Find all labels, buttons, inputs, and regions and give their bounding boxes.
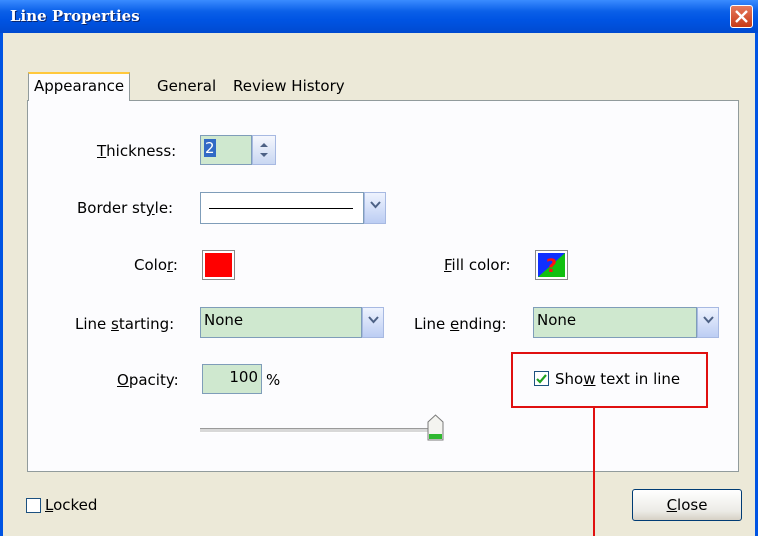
highlight-callout-box	[511, 352, 708, 408]
close-icon	[735, 10, 748, 23]
close-button[interactable]: Close	[632, 489, 742, 521]
border-style-dropdown-button[interactable]	[364, 192, 386, 224]
opacity-input[interactable]: 100	[202, 364, 262, 394]
locked-label: Locked	[45, 496, 98, 514]
tab-review-history[interactable]: Review History	[228, 74, 350, 99]
callout-pointer-line	[593, 408, 595, 536]
tab-appearance[interactable]: Appearance	[28, 72, 131, 101]
line-starting-dropdown-button[interactable]	[362, 307, 384, 338]
fill-color-label: Fill color:	[444, 256, 511, 274]
opacity-label: Opacity:	[117, 371, 179, 389]
percent-unit: %	[266, 371, 281, 389]
window-title: Line Properties	[10, 7, 140, 25]
line-ending-label: Line ending:	[414, 315, 507, 333]
thickness-stepper[interactable]	[252, 135, 276, 165]
no-fill-icon: ?	[538, 253, 565, 277]
border-style-label: Border style:	[77, 199, 174, 217]
chevron-down-icon	[368, 316, 379, 324]
close-window-button[interactable]	[730, 5, 753, 28]
line-starting-select[interactable]: None	[200, 307, 362, 338]
opacity-slider-thumb[interactable]	[427, 414, 444, 442]
line-starting-value: None	[204, 311, 244, 329]
line-ending-value: None	[537, 311, 577, 329]
fill-color-swatch-button[interactable]: ?	[535, 250, 568, 280]
chevron-down-icon	[703, 316, 714, 324]
color-swatch-button[interactable]	[202, 250, 235, 280]
thickness-value: 2	[204, 139, 216, 157]
locked-checkbox[interactable]	[26, 498, 41, 513]
line-starting-label: Line starting:	[75, 315, 175, 333]
border-style-select[interactable]	[200, 192, 364, 224]
svg-text:?: ?	[546, 255, 557, 277]
color-label: Color:	[134, 256, 178, 274]
thickness-input[interactable]: 2	[200, 135, 252, 165]
opacity-value: 100	[229, 368, 258, 386]
solid-line-preview	[209, 208, 353, 209]
title-bar: Line Properties	[0, 0, 758, 33]
opacity-slider-track[interactable]	[200, 428, 438, 433]
line-ending-select[interactable]: None	[533, 307, 697, 338]
up-down-arrows-icon	[260, 143, 268, 157]
thickness-label: Thickness:	[97, 142, 177, 160]
red-color-fill	[205, 253, 232, 277]
tab-general[interactable]: General	[152, 74, 221, 99]
chevron-down-icon	[370, 201, 381, 209]
line-ending-dropdown-button[interactable]	[697, 307, 719, 338]
